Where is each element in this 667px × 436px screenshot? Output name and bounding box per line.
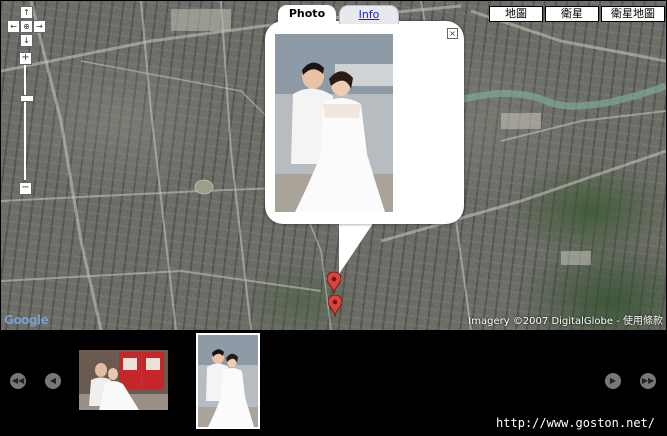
map-attribution: Imagery ©2007 DigitalGlobe - 使用條款 xyxy=(468,316,663,327)
pan-center-button[interactable]: ⊕ xyxy=(20,20,33,33)
map-marker-pin-icon[interactable] xyxy=(328,295,342,317)
pan-control: ↑ ← ⊕ → ↓ xyxy=(4,4,48,48)
map-type-hybrid-button[interactable]: 衛星地圖 xyxy=(601,6,665,22)
photo-filmstrip: ◀◀ ◀ ▶ ▶▶ http://www.goston.net/ xyxy=(0,330,667,436)
zoom-out-button[interactable]: − xyxy=(19,182,32,195)
previous-photo-button[interactable]: ◀ xyxy=(45,373,61,389)
tab-photo[interactable]: Photo xyxy=(278,5,336,23)
zoom-slider-thumb[interactable] xyxy=(20,95,34,102)
pan-up-button[interactable]: ↑ xyxy=(20,6,33,19)
google-logo: Google xyxy=(4,313,49,327)
zoom-in-button[interactable]: + xyxy=(19,52,32,65)
photo-thumbnail[interactable] xyxy=(79,350,168,410)
photo-map-app: ↑ ← ⊕ → ↓ + − 地圖 衛星 衛星地圖 Google Imagery … xyxy=(0,0,667,436)
map-type-map-button[interactable]: 地圖 xyxy=(489,6,543,22)
map-type-satellite-button[interactable]: 衛星 xyxy=(545,6,599,22)
zoom-slider-track[interactable] xyxy=(24,65,26,180)
info-window: × xyxy=(265,21,464,224)
close-icon[interactable]: × xyxy=(447,28,458,39)
pan-left-button[interactable]: ← xyxy=(7,20,20,33)
next-photo-button[interactable]: ▶ xyxy=(605,373,621,389)
satellite-map[interactable]: ↑ ← ⊕ → ↓ + − 地圖 衛星 衛星地圖 Google Imagery … xyxy=(1,1,666,330)
photo-thumbnail-selected[interactable] xyxy=(196,333,260,429)
first-photo-button[interactable]: ◀◀ xyxy=(10,373,26,389)
pan-down-button[interactable]: ↓ xyxy=(20,34,33,47)
tab-info[interactable]: Info xyxy=(339,5,399,24)
info-window-tail xyxy=(339,219,376,274)
pan-right-button[interactable]: → xyxy=(33,20,46,33)
map-type-control: 地圖 衛星 衛星地圖 xyxy=(489,6,665,22)
site-url: http://www.goston.net/ xyxy=(496,416,655,430)
wedding-photo xyxy=(275,34,393,212)
last-photo-button[interactable]: ▶▶ xyxy=(640,373,656,389)
